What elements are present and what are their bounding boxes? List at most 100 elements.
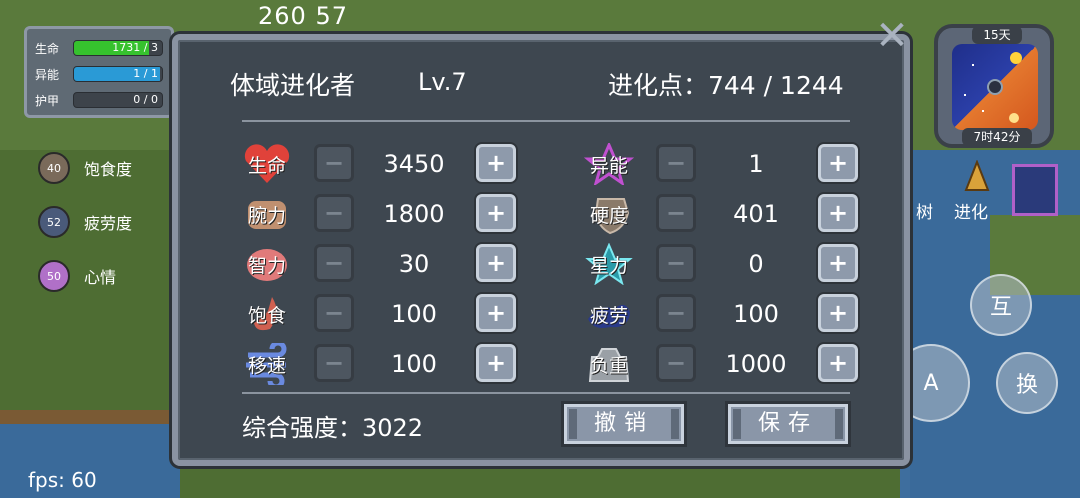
increase-button[interactable]: + — [476, 244, 516, 282]
stat-strength: 腕力 − 1800 + — [240, 192, 530, 236]
armor-value: 0 / 0 — [133, 93, 158, 106]
stat-speed: 移速 − 100 + — [240, 342, 530, 386]
hp-value: 1731 / 3 — [112, 41, 158, 54]
heart-icon: 生命 — [240, 142, 294, 186]
evolve-button[interactable]: 进化 — [954, 198, 988, 223]
shield-icon: 硬度 — [582, 192, 636, 236]
decrease-button[interactable]: − — [314, 194, 354, 232]
decrease-button[interactable]: − — [656, 194, 696, 232]
weight-icon: 负重 — [582, 342, 636, 386]
day-clock[interactable]: 15天 7时42分 — [934, 24, 1054, 148]
increase-button[interactable]: + — [818, 144, 858, 182]
need-hunger: 40 饱食度 — [38, 152, 132, 184]
increase-button[interactable]: + — [476, 144, 516, 182]
decrease-button[interactable]: − — [656, 344, 696, 382]
close-icon[interactable]: ✕ — [868, 12, 916, 60]
stat-value: 0 — [748, 250, 764, 278]
evolve-icon[interactable] — [962, 159, 992, 194]
stat-name: 移速 — [247, 354, 286, 377]
fatigue-icon: 52 — [38, 206, 70, 238]
decrease-button[interactable]: − — [656, 244, 696, 282]
cliff-edge — [0, 410, 180, 424]
scroll-icon[interactable] — [1012, 164, 1058, 216]
energy-row: 异能 1 / 1 — [35, 61, 163, 87]
increase-button[interactable]: + — [476, 294, 516, 332]
stat-name: 硬度 — [589, 204, 628, 227]
star-icon: 异能 — [582, 142, 636, 186]
save-button[interactable]: 保存 — [728, 404, 848, 444]
need-mood: 50 心情 — [38, 260, 116, 292]
decrease-button[interactable]: − — [314, 244, 354, 282]
brain-icon: 智力 — [240, 242, 294, 286]
stat-value: 1000 — [725, 350, 787, 378]
stat-value: 100 — [391, 350, 437, 378]
stat-value: 30 — [398, 250, 430, 278]
stat-satiety: 饱食 − 100 + — [240, 292, 530, 336]
sun-moon-icon — [964, 52, 1022, 123]
stat-value: 401 — [733, 200, 779, 228]
stat-hardness: 硬度 − 401 + — [582, 192, 872, 236]
increase-button[interactable]: + — [818, 344, 858, 382]
stat-carry: 负重 − 1000 + — [582, 342, 872, 386]
stomach-icon: 饱食 — [240, 292, 294, 336]
stat-name: 负重 — [589, 354, 628, 377]
stat-ability: 异能 − 1 + — [582, 142, 872, 186]
stat-name: 腕力 — [247, 204, 286, 227]
stat-hp: 生命 − 3450 + — [240, 142, 530, 186]
stat-fatigue: 疲劳 − 100 + — [582, 292, 872, 336]
stat-value: 100 — [733, 300, 779, 328]
hunger-label: 饱食度 — [84, 160, 133, 179]
stat-value: 1800 — [383, 200, 445, 228]
armor-bar: 0 / 0 — [73, 92, 163, 108]
decrease-button[interactable]: − — [656, 144, 696, 182]
divider — [242, 392, 850, 394]
increase-button[interactable]: + — [476, 344, 516, 382]
need-fatigue: 52 疲劳度 — [38, 206, 132, 238]
player-status-panel: 生命 1731 / 3 异能 1 / 1 护甲 0 / 0 — [24, 26, 174, 118]
stat-value: 100 — [391, 300, 437, 328]
hp-label: 生命 — [35, 41, 60, 56]
star-crystal-icon: 星力 — [582, 242, 636, 286]
divider — [242, 120, 850, 122]
decrease-button[interactable]: − — [656, 294, 696, 332]
clock-face — [952, 44, 1038, 130]
energy-label: 异能 — [35, 67, 60, 82]
decrease-button[interactable]: − — [314, 344, 354, 382]
stat-name: 智力 — [247, 254, 286, 277]
mood-label: 心情 — [84, 268, 117, 287]
fatigue-icon: 疲劳 — [582, 292, 636, 336]
stat-name: 星力 — [589, 254, 628, 277]
evolution-points: 进化点：744 / 1244 — [608, 71, 844, 100]
stat-intelligence: 智力 − 30 + — [240, 242, 530, 286]
stat-name: 生命 — [247, 154, 286, 177]
evolution-panel: 体域进化者 Lv.7 进化点：744 / 1244 生命 − 3450 + 腕力… — [172, 34, 910, 466]
interact-button[interactable]: 互 — [970, 274, 1032, 336]
increase-button[interactable]: + — [818, 194, 858, 232]
fist-icon: 腕力 — [240, 192, 294, 236]
time-display: 7时42分 — [962, 128, 1032, 146]
hp-row: 生命 1731 / 3 — [35, 35, 163, 61]
decrease-button[interactable]: − — [314, 294, 354, 332]
stat-name: 饱食 — [247, 304, 286, 327]
panel-title: 体域进化者 — [230, 71, 356, 100]
energy-bar: 1 / 1 — [73, 66, 163, 82]
increase-button[interactable]: + — [818, 294, 858, 332]
fatigue-label: 疲劳度 — [84, 214, 133, 233]
stat-value: 1 — [748, 150, 764, 178]
stat-value: 3450 — [383, 150, 445, 178]
energy-value: 1 / 1 — [133, 67, 158, 80]
tree-label: 树 — [916, 203, 933, 223]
total-strength: 综合强度：3022 — [242, 414, 424, 442]
cancel-button[interactable]: 撤销 — [564, 404, 684, 444]
stat-starpower: 星力 − 0 + — [582, 242, 872, 286]
grass-area — [180, 466, 900, 498]
fps-counter: fps: 60 — [28, 468, 97, 492]
armor-label: 护甲 — [35, 93, 60, 108]
decrease-button[interactable]: − — [314, 144, 354, 182]
resource-counter: 260 57 — [258, 2, 348, 30]
stat-name: 异能 — [589, 154, 628, 177]
increase-button[interactable]: + — [818, 244, 858, 282]
swap-button[interactable]: 换 — [996, 352, 1058, 414]
increase-button[interactable]: + — [476, 194, 516, 232]
level-label: Lv.7 — [418, 68, 467, 96]
